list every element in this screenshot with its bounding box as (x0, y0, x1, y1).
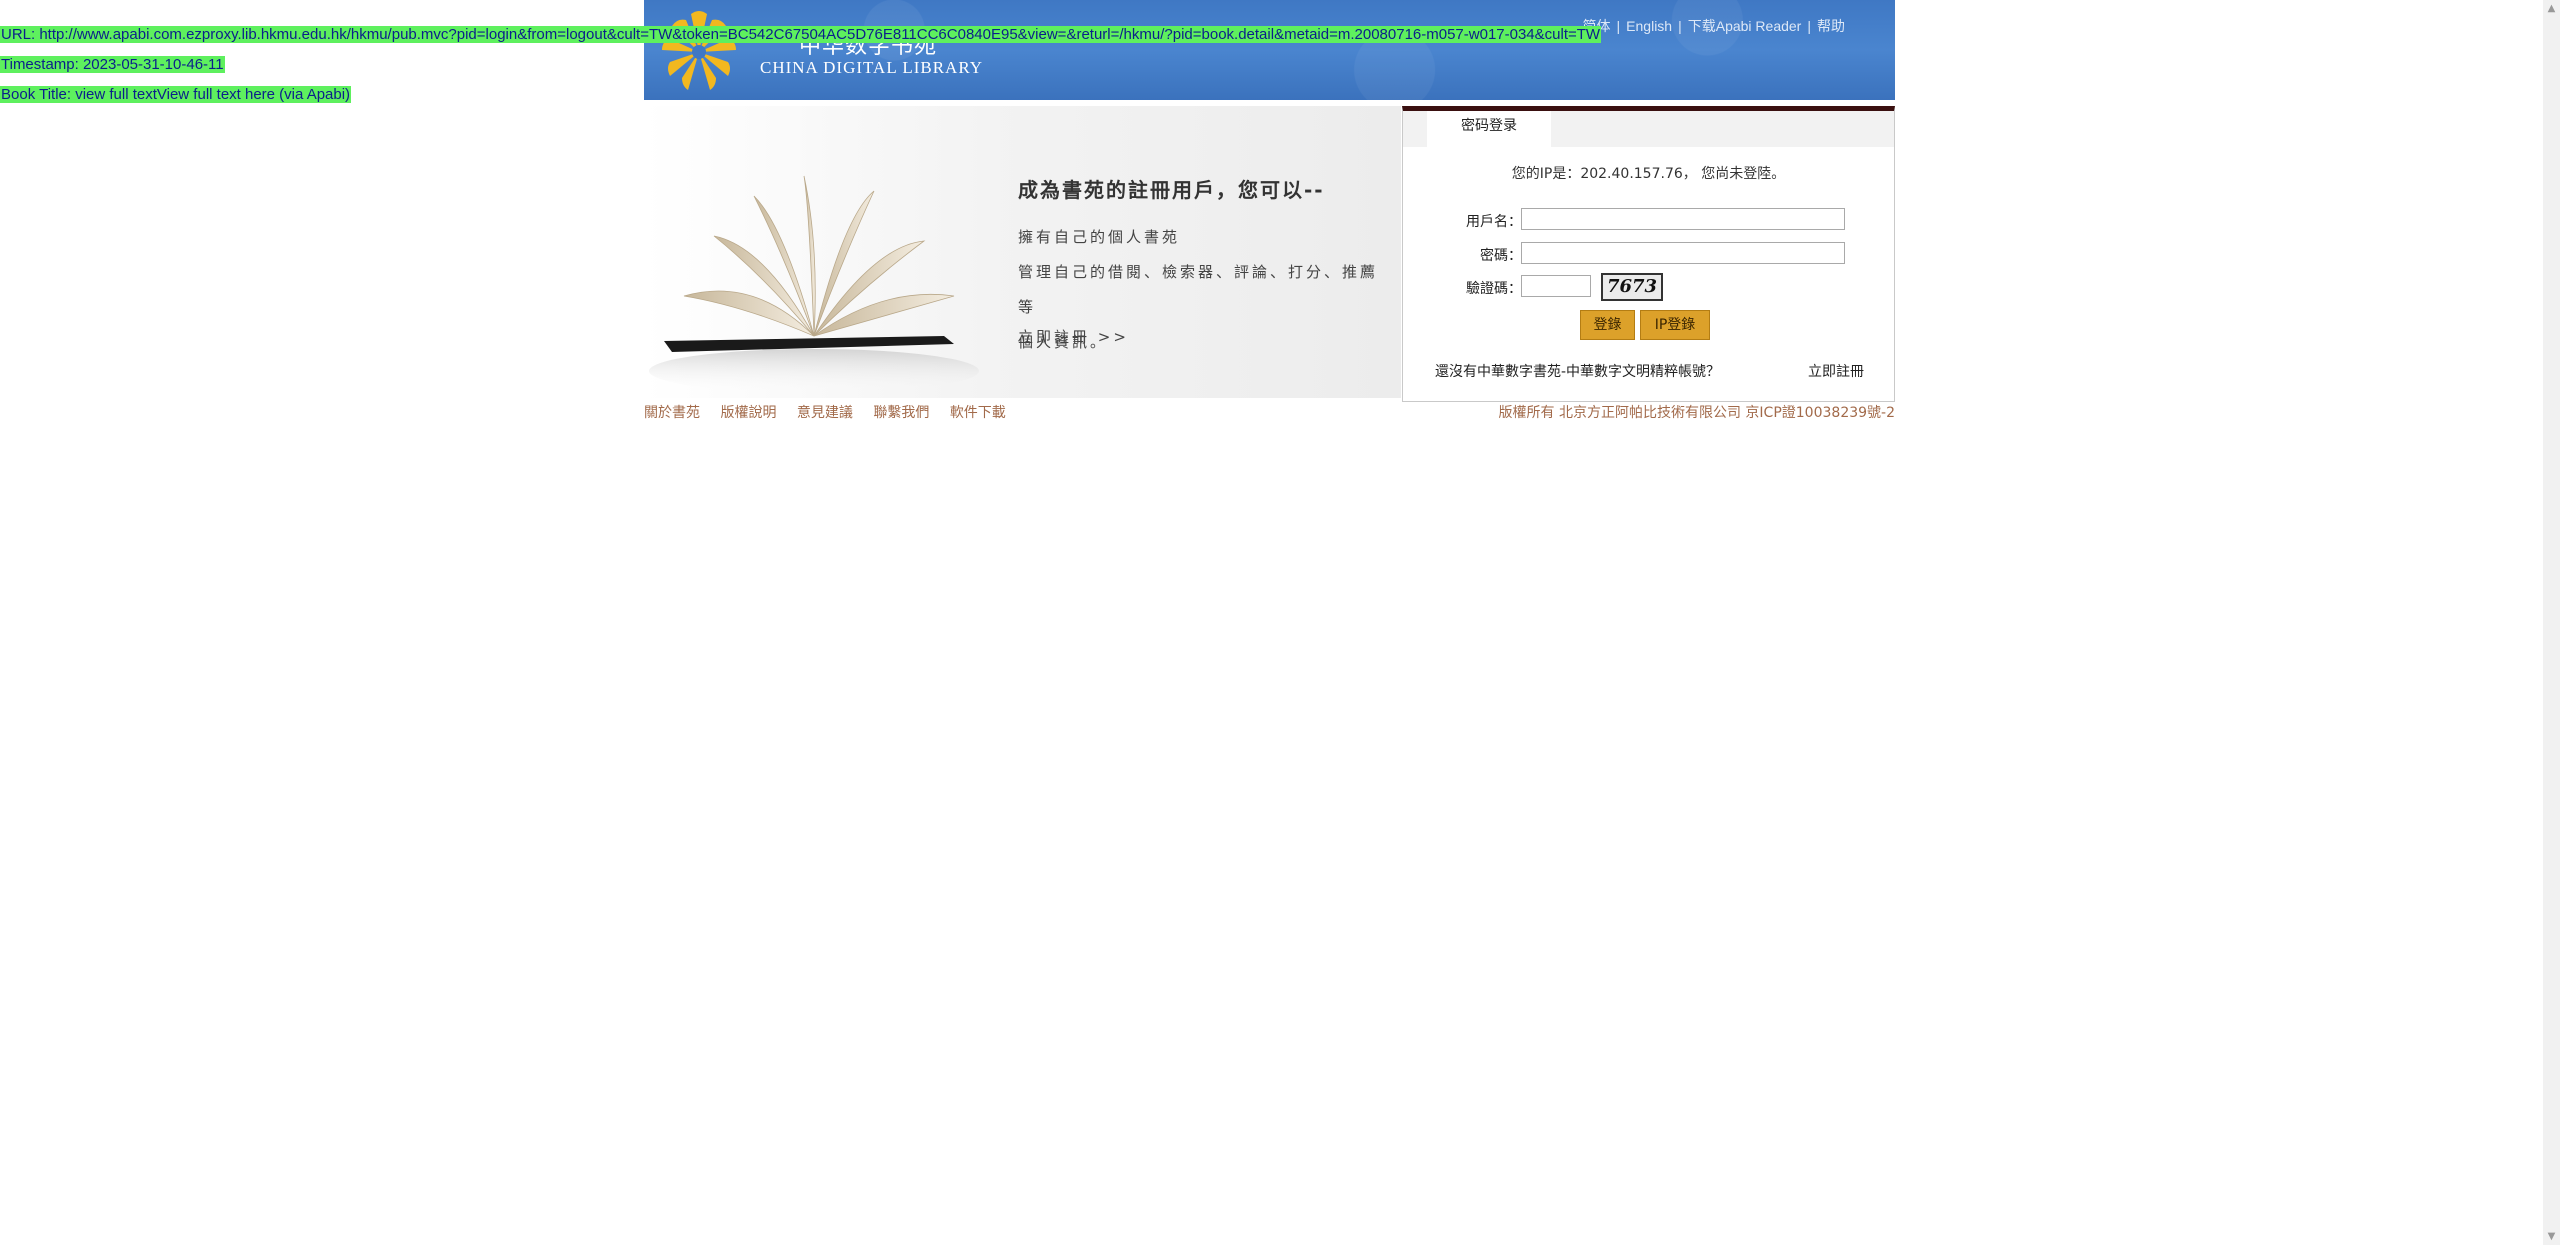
footer-copyright: 版權所有 北京方正阿帕比技術有限公司 京ICP證10038239號-2 (1498, 405, 1895, 421)
nav-english-link[interactable]: English (1626, 18, 1672, 34)
footer-link-download[interactable]: 軟件下載 (950, 405, 1006, 421)
captcha-input[interactable] (1521, 275, 1591, 297)
nav-separator: | (1678, 18, 1682, 34)
tab-password-login[interactable]: 密码登录 (1427, 111, 1551, 147)
password-row: 密碼： (1403, 242, 1894, 268)
footer-links: 關於書苑 版權說明 意見建議 聯繫我們 軟件下載 (644, 402, 1022, 422)
nav-help-link[interactable]: 帮助 (1817, 18, 1845, 34)
login-button[interactable]: 登錄 (1580, 310, 1635, 340)
username-input[interactable] (1521, 208, 1845, 230)
promo-panel: 成為書苑的註冊用戶，您可以-- 擁有自己的個人書苑 管理自己的借閱、檢索器、評論… (644, 106, 1401, 398)
promo-item: 擁有自己的個人書苑 (1018, 228, 1181, 246)
book-title-annotation: Book Title: view full textView full text… (0, 86, 352, 103)
site-footer: 關於書苑 版權說明 意見建議 聯繫我們 軟件下載 版權所有 北京方正阿帕比技術有… (644, 402, 1895, 422)
footer-link-about[interactable]: 關於書苑 (644, 405, 700, 421)
captcha-image[interactable]: 7673 (1601, 273, 1663, 301)
ip-login-button[interactable]: IP登錄 (1640, 310, 1710, 340)
captcha-row: 驗證碼： 7673 (1403, 273, 1894, 301)
timestamp-annotation: Timestamp: 2023-05-31-10-46-11 (0, 56, 225, 73)
nav-separator: | (1807, 18, 1811, 34)
nav-separator: | (1616, 18, 1621, 34)
password-label: 密碼： (1480, 248, 1522, 264)
ip-status-text: 您的IP是：202.40.157.76， 您尚未登陸。 (1511, 166, 1786, 182)
footer-link-feedback[interactable]: 意見建議 (797, 405, 853, 421)
nav-download-link[interactable]: 下载Apabi Reader (1688, 18, 1802, 34)
footer-link-contact[interactable]: 聯繫我們 (873, 405, 929, 421)
open-book-image (649, 175, 979, 393)
url-annotation: URL: http://www.apabi.com.ezproxy.lib.hk… (0, 26, 1602, 43)
username-row: 用戶名： (1403, 208, 1894, 234)
footer-link-copyright[interactable]: 版權說明 (720, 405, 776, 421)
no-account-text: 還沒有中華數字書苑-中華數字文明精粹帳號？ (1435, 364, 1721, 380)
captcha-label: 驗證碼： (1466, 281, 1522, 297)
password-input[interactable] (1521, 242, 1845, 264)
logo-english-text: CHINA DIGITAL LIBRARY (760, 58, 983, 77)
login-panel: 密码登录 您的IP是：202.40.157.76， 您尚未登陸。 用戶名： 密碼… (1402, 106, 1895, 402)
login-tab-bar: 密码登录 (1403, 111, 1894, 147)
username-label: 用戶名： (1466, 214, 1522, 230)
promo-register-link[interactable]: 立即註冊 >> (1018, 326, 1129, 347)
scroll-down-arrow-icon[interactable]: ▼ (2543, 1228, 2560, 1245)
register-now-link[interactable]: 立即註冊 (1808, 361, 1864, 381)
scroll-up-arrow-icon[interactable]: ▲ (2543, 0, 2560, 17)
promo-item: 管理自己的借閱、檢索器、評論、打分、推薦等 (1018, 263, 1379, 316)
logo-sun-icon (662, 11, 736, 90)
top-nav: 简体|English|下载Apabi Reader|帮助 (1583, 16, 1845, 36)
promo-title: 成為書苑的註冊用戶，您可以-- (1018, 178, 1325, 202)
vertical-scrollbar[interactable]: ▲ ▼ (2543, 0, 2560, 1245)
site-header: 中华数字书苑 CHINA DIGITAL LIBRARY 简体|English|… (644, 0, 1895, 100)
